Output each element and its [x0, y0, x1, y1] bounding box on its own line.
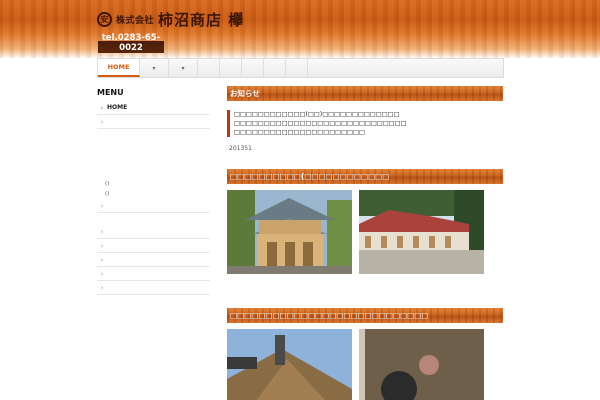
notice-text: □□□□□□□□□□□□(□□)□□□□□□□□□□□□□ □□□□□□□□□□…	[227, 110, 503, 137]
sidebar-item-6[interactable]: ›	[97, 253, 210, 267]
company-name: 柿沼商店 欅	[158, 11, 245, 29]
chevron-right-icon: ›	[100, 201, 104, 210]
chevron-right-icon: ›	[100, 227, 104, 236]
chevron-right-icon: ›	[100, 117, 104, 126]
sidebar-item-2[interactable]: ›	[97, 115, 210, 129]
shrine-hall-photo[interactable]	[359, 190, 484, 274]
tel-badge: tel.0283-65-0022	[98, 31, 164, 53]
section2-photos	[227, 329, 503, 400]
chevron-right-icon: ›	[100, 103, 104, 112]
temple-gate-photo[interactable]	[227, 190, 352, 274]
sidebar-item-4[interactable]: ›	[97, 225, 210, 239]
sidebar: MENU › HOME › () () › › › › › ›	[97, 88, 210, 295]
nav-item-5[interactable]	[220, 59, 242, 77]
shrine-hall-illustration	[359, 190, 484, 274]
global-nav: HOME ▾ ▾	[97, 58, 504, 78]
nav-home[interactable]: HOME	[98, 59, 140, 77]
section1-photos	[227, 190, 503, 274]
notice-line: □□□□□□□□□□□□□□□□□□□□□□	[234, 129, 365, 136]
section1-heading: □□□□□□□□□□(□□□□□□□□□□□□	[227, 169, 503, 184]
thatched-roof-photo[interactable]	[227, 329, 352, 400]
nav-item-6[interactable]	[242, 59, 264, 77]
notice-line: □□□□□□□□□□□□(□□)□□□□□□□□□□□□□	[234, 111, 400, 118]
sidebar-subitem-2[interactable]: ()	[97, 189, 210, 199]
chevron-right-icon: ›	[100, 255, 104, 264]
site-header: 安 株式会社 柿沼商店 欅 tel.0283-65-0022	[0, 0, 600, 58]
temple-gate-illustration	[227, 190, 352, 274]
sidebar-item-home[interactable]: › HOME	[97, 101, 210, 115]
notice-line: □□□□□□□□□□□□□□□□□□□□□□□□□□□□□	[234, 120, 407, 127]
nav-item-7[interactable]	[264, 59, 286, 77]
materials-photo[interactable]	[359, 329, 484, 400]
section2-heading: □□□□□□□□□□□□□□□□□□□□□□□□□□□□	[227, 308, 503, 323]
thatched-roof-illustration	[227, 329, 352, 400]
notice-heading: お知らせ	[227, 86, 503, 101]
site-logo[interactable]: 安 株式会社 柿沼商店 欅	[97, 9, 244, 30]
nav-item-8[interactable]	[286, 59, 308, 77]
sidebar-item-3[interactable]: ›	[97, 199, 210, 213]
sidebar-item-8[interactable]: ›	[97, 281, 210, 295]
nav-item-4[interactable]	[198, 59, 220, 77]
sidebar-subitem-1[interactable]: ()	[97, 179, 210, 189]
chevron-right-icon: ›	[100, 269, 104, 278]
chevron-right-icon: ›	[100, 241, 104, 250]
main-content: お知らせ □□□□□□□□□□□□(□□)□□□□□□□□□□□□□ □□□□□…	[227, 86, 503, 400]
nav-item-3[interactable]: ▾	[169, 59, 198, 77]
company-prefix: 株式会社	[116, 16, 155, 26]
sidebar-item-7[interactable]: ›	[97, 267, 210, 281]
chevron-right-icon: ›	[100, 283, 104, 292]
materials-illustration	[359, 329, 484, 400]
sidebar-item-label: HOME	[107, 104, 128, 111]
sidebar-item-5[interactable]: ›	[97, 239, 210, 253]
sidebar-title: MENU	[97, 88, 124, 97]
logo-mark-icon: 安	[97, 12, 112, 27]
nav-item-2[interactable]: ▾	[140, 59, 169, 77]
notice-date: 201351	[229, 145, 252, 152]
